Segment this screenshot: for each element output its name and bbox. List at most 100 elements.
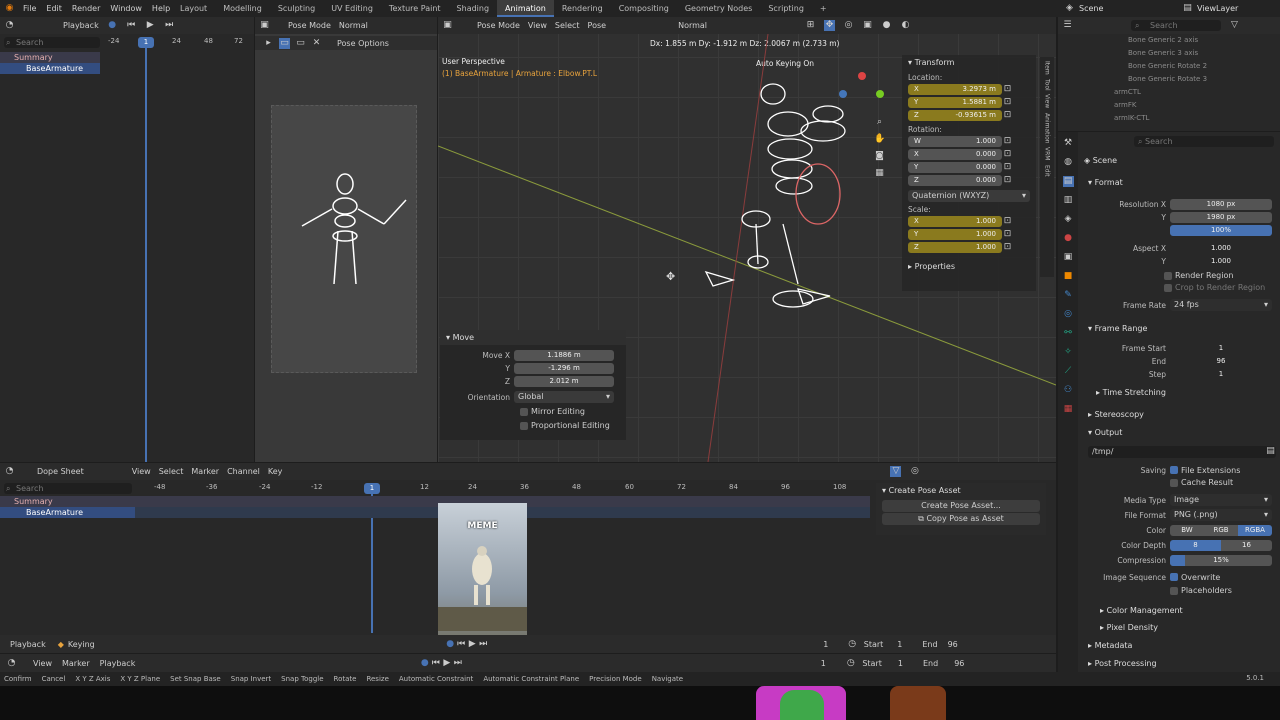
- tab-uv-editing[interactable]: UV Editing: [323, 0, 381, 17]
- object-tab-icon[interactable]: ■: [1063, 271, 1074, 282]
- frame-end-field[interactable]: 96: [1170, 356, 1272, 367]
- pixel-density-subpanel[interactable]: ▸ Pixel Density: [1100, 623, 1158, 632]
- create-pose-asset-button[interactable]: Create Pose Asset...: [882, 500, 1040, 512]
- record-icon[interactable]: ●: [419, 658, 430, 669]
- lock-icon[interactable]: ⊡: [1002, 242, 1013, 253]
- pose-options-menu[interactable]: Pose Options: [337, 39, 389, 48]
- frame-rate-dropdown[interactable]: 24 fps ▾: [1170, 299, 1272, 311]
- viewport-orientation[interactable]: Normal: [678, 21, 707, 30]
- jump-end-icon[interactable]: ⏭: [452, 658, 463, 669]
- sidebar-tab-tool[interactable]: Tool: [1044, 79, 1051, 91]
- color-management-subpanel[interactable]: ▸ Color Management: [1100, 606, 1183, 615]
- tool-tab-icon[interactable]: ⚒: [1063, 138, 1074, 149]
- left-search-input[interactable]: ⌕ Search: [4, 37, 100, 48]
- resolution-x-field[interactable]: 1080 px: [1170, 198, 1272, 210]
- data-tab-icon[interactable]: ✧: [1063, 347, 1074, 358]
- channel-summary[interactable]: Summary: [0, 52, 100, 63]
- blender-logo-icon[interactable]: ◉: [4, 3, 15, 14]
- color-rgba-option[interactable]: RGBA: [1238, 524, 1272, 536]
- copy-pose-asset-button[interactable]: ⧉ Copy Pose as Asset: [882, 513, 1040, 525]
- sidebar-tab-animation[interactable]: Animation: [1044, 113, 1051, 144]
- tab-sculpting[interactable]: Sculpting: [270, 0, 323, 17]
- sidebar-tab-vrm[interactable]: VRM: [1044, 147, 1051, 160]
- menu-select[interactable]: Select: [555, 21, 580, 30]
- gizmo-icon[interactable]: ✥: [824, 20, 836, 31]
- select-tool-icon[interactable]: ▸: [263, 38, 274, 49]
- lock-icon[interactable]: ⊡: [1002, 149, 1013, 160]
- sidebar-tab-edit[interactable]: Edit: [1044, 165, 1051, 177]
- start-frame-field[interactable]: 1: [897, 640, 902, 649]
- add-workspace-button[interactable]: +: [812, 0, 835, 17]
- frame-step-field[interactable]: 1: [1170, 369, 1272, 380]
- menu-view[interactable]: View: [33, 659, 52, 668]
- menu-help[interactable]: Help: [152, 4, 170, 13]
- xray-icon[interactable]: ▣: [862, 20, 873, 31]
- location-z-field[interactable]: -0.93615 m: [955, 110, 996, 121]
- outliner-search-input[interactable]: ⌕ Search: [1131, 20, 1221, 31]
- folder-icon[interactable]: ▤: [1265, 446, 1276, 457]
- jump-start-icon[interactable]: ⏮: [430, 658, 441, 669]
- move-y-field[interactable]: -1.296 m: [514, 362, 614, 374]
- play-icon[interactable]: ▶: [467, 639, 478, 650]
- texture-tab-icon[interactable]: ▦: [1063, 404, 1074, 415]
- editor-type-icon[interactable]: ◔: [4, 466, 15, 477]
- camera-icon[interactable]: ◙: [874, 151, 885, 162]
- rotation-mode-dropdown[interactable]: Quaternion (WXYZ) ▾: [908, 190, 1030, 202]
- output-path-input[interactable]: /tmp/▤: [1088, 446, 1276, 458]
- scene-selector[interactable]: ◈ Scene: [1064, 0, 1103, 17]
- playback-menu[interactable]: Playback: [10, 640, 46, 649]
- snap-icon[interactable]: ⊞: [805, 20, 816, 31]
- channel-summary[interactable]: Summary: [0, 496, 870, 507]
- lock-icon[interactable]: ⊡: [1002, 136, 1013, 147]
- menu-key[interactable]: Key: [268, 467, 283, 476]
- scene-tab-icon[interactable]: ◈: [1063, 214, 1074, 225]
- record-icon[interactable]: ●: [445, 639, 456, 650]
- lock-icon[interactable]: ⊡: [1002, 84, 1013, 95]
- proportional-editing-checkbox[interactable]: Proportional Editing: [520, 421, 626, 432]
- menu-channel[interactable]: Channel: [227, 467, 260, 476]
- rotation-x-field[interactable]: 0.000: [976, 149, 996, 160]
- menu-playback[interactable]: Playback: [100, 659, 136, 668]
- output-panel-header[interactable]: ▾ Output: [1088, 428, 1122, 437]
- output-tab-icon[interactable]: ▤: [1062, 176, 1074, 187]
- lock-icon[interactable]: ⊡: [1002, 216, 1013, 227]
- lock-icon[interactable]: ⊡: [1002, 110, 1013, 121]
- overlay-icon[interactable]: ◎: [843, 20, 854, 31]
- filter-icon[interactable]: ▽: [890, 466, 902, 477]
- transform-panel-title[interactable]: ▾ Transform: [902, 55, 1036, 70]
- playback-menu[interactable]: Playback: [63, 21, 99, 30]
- pose-asset-panel-title[interactable]: ▾ Create Pose Asset: [876, 483, 1046, 498]
- aspect-x-field[interactable]: 1.000: [1170, 243, 1272, 254]
- mode-selector[interactable]: Pose Mode: [288, 21, 331, 30]
- tab-geometry-nodes[interactable]: Geometry Nodes: [677, 0, 760, 17]
- view-layer-tab-icon[interactable]: ▥: [1063, 195, 1074, 206]
- timeline-current-frame[interactable]: 1: [801, 659, 845, 668]
- shading-solid-icon[interactable]: ●: [881, 20, 892, 31]
- metadata-panel-header[interactable]: ▸ Metadata: [1088, 641, 1132, 650]
- rotation-w-field[interactable]: 1.000: [976, 136, 996, 147]
- frame-start-field[interactable]: 1: [1170, 343, 1272, 354]
- view3d-icon[interactable]: ▣: [442, 20, 453, 31]
- scale-x-field[interactable]: 1.000: [976, 216, 996, 227]
- timeline-start-field[interactable]: 1: [898, 659, 903, 668]
- timeline-end-field[interactable]: 96: [954, 659, 964, 668]
- outliner-item[interactable]: armFK: [1114, 99, 1280, 112]
- menu-select[interactable]: Select: [159, 467, 184, 476]
- outliner-item[interactable]: Bone Generic Rotate 2: [1128, 60, 1280, 73]
- dopesheet-search-input[interactable]: ⌕ Search: [4, 483, 132, 494]
- current-frame-field[interactable]: 1: [809, 640, 843, 649]
- resolution-percent-field[interactable]: 100%: [1170, 224, 1272, 236]
- channel-basearmature[interactable]: BaseArmature: [0, 63, 100, 74]
- color-bw-option[interactable]: BW: [1170, 524, 1204, 536]
- placeholders-checkbox[interactable]: Placeholders: [1170, 586, 1278, 598]
- editor-type-icon[interactable]: ◔: [4, 20, 15, 31]
- tab-compositing[interactable]: Compositing: [611, 0, 677, 17]
- editor-type-icon[interactable]: ◔: [6, 658, 17, 669]
- depth-8-option[interactable]: 8: [1170, 539, 1221, 551]
- menu-edit[interactable]: Edit: [46, 4, 62, 13]
- move-panel-title[interactable]: ▾ Move: [440, 330, 626, 345]
- outliner-item[interactable]: Bone Generic Rotate 3: [1128, 73, 1280, 86]
- viewport-mode-selector[interactable]: Pose Mode: [477, 21, 520, 30]
- menu-marker[interactable]: Marker: [62, 659, 90, 668]
- cache-result-checkbox[interactable]: Cache Result: [1170, 478, 1278, 490]
